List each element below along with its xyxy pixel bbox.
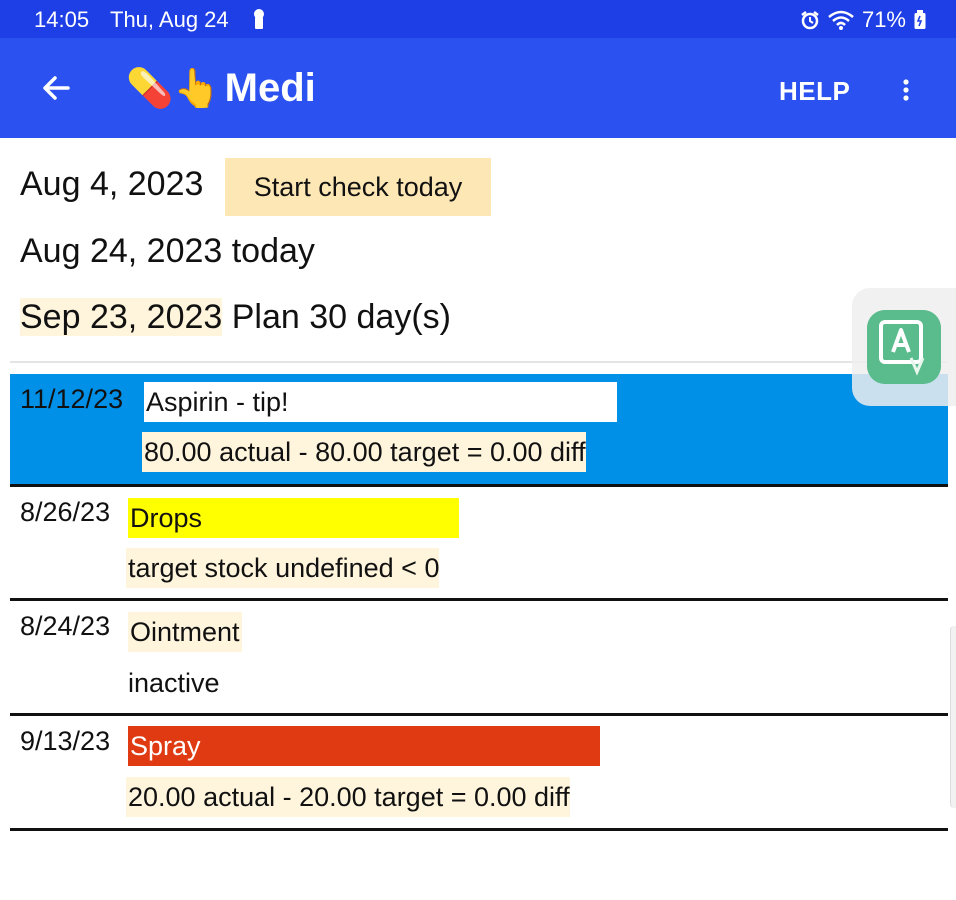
alarm-icon xyxy=(801,11,819,30)
row-detail: 80.00 actual - 80.00 target = 0.00 diff xyxy=(142,432,586,472)
arrow-left-icon[interactable] xyxy=(38,70,74,106)
medication-row-ointment[interactable]: 8/24/23 Ointment inactive xyxy=(10,601,948,716)
status-right: 71% xyxy=(800,7,926,33)
start-date: Aug 4, 2023 xyxy=(20,165,204,203)
row-detail: inactive xyxy=(128,668,220,698)
plan-line: Sep 23, 2023 Plan 30 day(s) xyxy=(20,298,451,337)
keyhole-icon xyxy=(254,9,264,29)
row-name: Drops xyxy=(128,498,459,538)
row-detail: target stock undefined < 0 xyxy=(126,548,440,588)
row-name: Spray xyxy=(128,726,600,766)
plan-date[interactable]: Sep 23, 2023 xyxy=(20,298,223,336)
status-date: Thu, Aug 24 xyxy=(110,7,229,32)
start-check-today-button[interactable]: Start check today xyxy=(225,158,491,216)
help-button[interactable]: HELP xyxy=(779,76,850,107)
today-date: Aug 24, 2023 today xyxy=(20,232,315,270)
battery-percent: 71% xyxy=(861,7,906,32)
more-vert-icon[interactable] xyxy=(896,76,916,104)
row-date: 9/13/23 xyxy=(20,726,111,756)
plan-text: Plan 30 day(s) xyxy=(222,298,451,336)
medication-row-drops[interactable]: 8/26/23 Drops target stock undefined < 0 xyxy=(10,487,948,601)
divider xyxy=(10,361,948,363)
row-detail: 20.00 actual - 20.00 target = 0.00 diff xyxy=(126,777,570,817)
app-title: 💊👆 Medi xyxy=(126,66,316,111)
row-divider xyxy=(10,828,948,831)
row-date: 8/24/23 xyxy=(20,611,111,641)
medication-row-spray[interactable]: 9/13/23 Spray 20.00 actual - 20.00 targe… xyxy=(10,716,948,831)
status-bar: 14:05 Thu, Aug 24 71% xyxy=(0,0,956,38)
app-bar: 💊👆 Medi HELP xyxy=(0,38,956,138)
row-name: Ointment xyxy=(128,612,242,652)
row-name: Aspirin - tip! xyxy=(144,382,617,422)
row-date: 8/26/23 xyxy=(20,497,111,527)
row-date: 11/12/23 xyxy=(20,384,124,414)
status-time: 14:05 xyxy=(34,7,90,32)
app-title-text: Medi xyxy=(224,66,316,110)
edge-panel-handle[interactable] xyxy=(950,626,956,808)
medication-row-aspirin[interactable]: 11/12/23 Aspirin - tip! 80.00 actual - 8… xyxy=(10,374,948,487)
pill-pointing-emoji-icon: 💊👆 xyxy=(126,67,221,110)
floating-app-bubble[interactable] xyxy=(852,288,956,406)
translate-app-icon xyxy=(867,310,941,384)
wifi-icon xyxy=(828,10,854,30)
battery-icon xyxy=(914,10,926,29)
